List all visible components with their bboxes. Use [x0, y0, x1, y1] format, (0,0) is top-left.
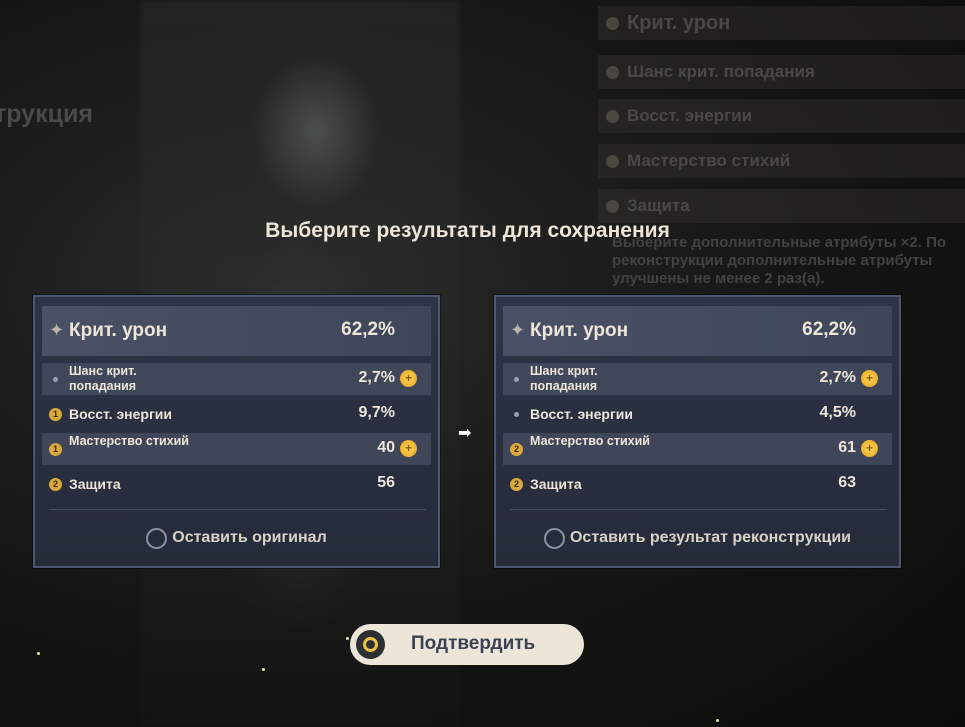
main-stat: ✦ Крит. урон 62,2% [503, 306, 892, 356]
sparkle [262, 668, 265, 671]
background-title: трукция [0, 100, 93, 128]
background-stat-row: Восст. энергии [598, 99, 965, 133]
main-stat-value: 62,2% [341, 319, 395, 340]
confirm-label: Подтвердить [411, 633, 536, 654]
substat-dot-icon [510, 408, 523, 421]
substat-row: 1 Восст. энергии 9,7% [42, 398, 431, 430]
main-stat-value: 62,2% [802, 319, 856, 340]
substat-row: 2 Защита 56 [42, 468, 431, 500]
upgrade-icon: + [400, 370, 417, 387]
substat-row: Шанс крит. попадания 2,7% + [42, 363, 431, 395]
substat-label: Восст. энергии [69, 406, 173, 422]
upgrade-icon: + [861, 370, 878, 387]
keep-result-option[interactable]: Оставить результат реконструкции [496, 526, 899, 550]
sparkle-icon: ✦ [510, 320, 526, 340]
substat-dot-icon [49, 373, 62, 386]
substat-value: 2,7% [358, 369, 395, 386]
arrow-right-icon: ➡ [458, 425, 472, 442]
substat-row: 2 Мастерство стихий 61 + [503, 433, 892, 465]
background-stat-row: Мастерство стихий [598, 144, 965, 178]
main-stat-label: Крит. урон [530, 320, 629, 341]
confirm-circle-icon [356, 630, 385, 659]
main-stat: ✦ Крит. урон 62,2% [42, 306, 431, 356]
dialog-title: Выберите результаты для сохранения [265, 219, 670, 242]
background-stat-row: Защита [598, 189, 965, 223]
original-stats-card[interactable]: ✦ Крит. урон 62,2% Шанс крит. попадания … [33, 295, 440, 568]
substat-label: Шанс крит. попадания [530, 364, 598, 393]
upgrade-icon: + [861, 440, 878, 457]
confirm-button[interactable]: Подтвердить [350, 624, 584, 665]
sparkle-icon: ✦ [49, 320, 65, 340]
background-stat-row: Крит. урон [598, 6, 965, 40]
radio-button[interactable] [146, 527, 168, 549]
substat-value: 56 [377, 474, 395, 491]
roll-count-icon: 1 [49, 408, 62, 421]
divider [49, 509, 426, 510]
background-stats-panel: Крит. урон Шанс крит. попадания Восст. э… [598, 0, 965, 290]
substat-value: 40 [377, 439, 395, 456]
substat-label: Шанс крит. попадания [69, 364, 137, 393]
result-stats-card[interactable]: ✦ Крит. урон 62,2% Шанс крит. попадания … [494, 295, 901, 568]
main-stat-label: Крит. урон [69, 320, 168, 341]
keep-result-label: Оставить результат реконструкции [569, 529, 851, 546]
roll-count-icon: 2 [510, 478, 523, 491]
substat-value: 63 [838, 474, 856, 491]
substat-dot-icon [510, 373, 523, 386]
sparkle [37, 652, 40, 655]
substat-row: 1 Мастерство стихий 40 + [42, 433, 431, 465]
roll-count-icon: 1 [49, 443, 62, 456]
substat-label: Восст. энергии [530, 406, 634, 422]
background-stat-row: Шанс крит. попадания [598, 55, 965, 89]
substat-row: Восст. энергии 4,5% [503, 398, 892, 430]
substat-row: 2 Защита 63 [503, 468, 892, 500]
substat-label: Защита [69, 476, 121, 492]
substat-label: Мастерство стихий [530, 434, 650, 448]
upgrade-icon: + [400, 440, 417, 457]
sparkle [716, 719, 719, 722]
roll-count-icon: 2 [49, 478, 62, 491]
roll-count-icon: 2 [510, 443, 523, 456]
divider [510, 509, 887, 510]
substat-value: 9,7% [358, 404, 395, 421]
keep-original-option[interactable]: Оставить оригинал [35, 526, 438, 550]
radio-button[interactable] [543, 527, 565, 549]
substat-row: Шанс крит. попадания 2,7% + [503, 363, 892, 395]
keep-original-label: Оставить оригинал [172, 529, 327, 546]
substat-label: Мастерство стихий [69, 434, 189, 448]
sparkle [346, 637, 349, 640]
substat-label: Защита [530, 476, 582, 492]
substat-value: 61 [838, 439, 856, 456]
substat-value: 4,5% [819, 404, 856, 421]
substat-value: 2,7% [819, 369, 856, 386]
